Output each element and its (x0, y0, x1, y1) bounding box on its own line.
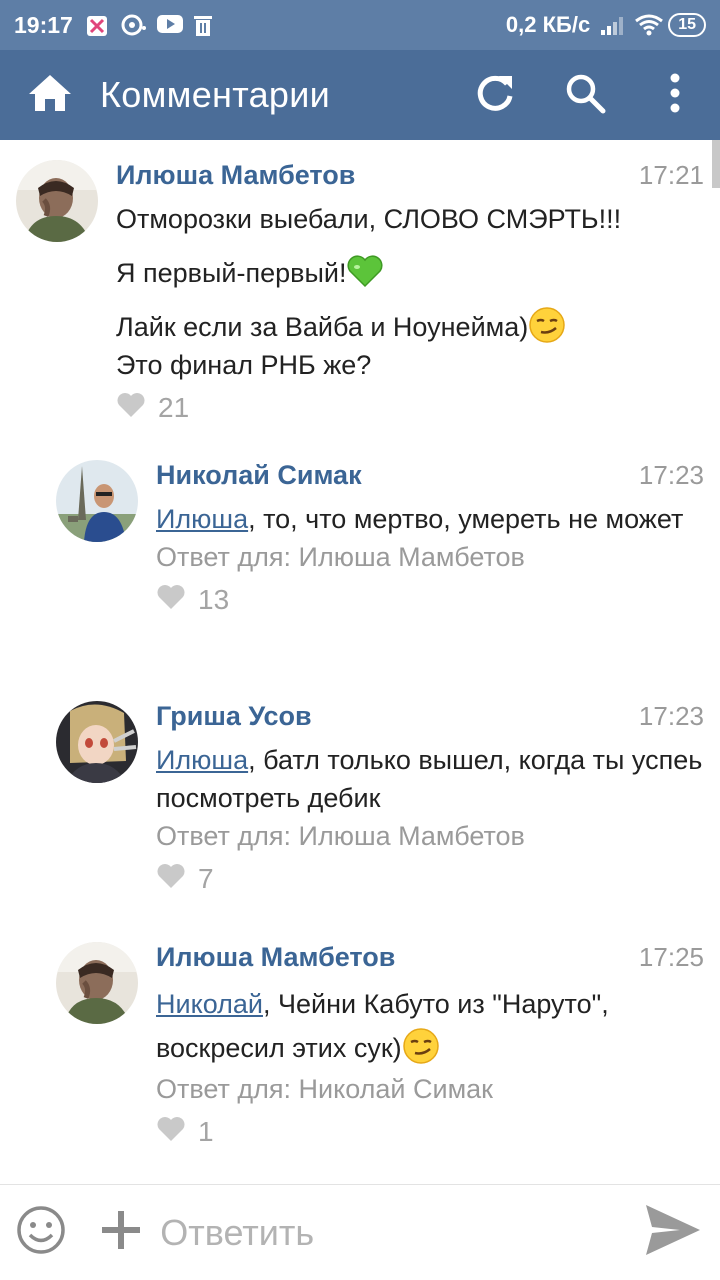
send-button[interactable] (625, 1185, 720, 1280)
avatar[interactable] (56, 942, 138, 1024)
plus-icon (100, 1209, 142, 1256)
like-count: 21 (158, 392, 190, 423)
comment-author[interactable]: Илюша Мамбетов (116, 160, 355, 191)
like-count: 7 (198, 863, 214, 894)
like-button[interactable]: 1 (156, 1112, 704, 1152)
app-bar: Комментарии (0, 50, 720, 140)
green-heart-emoji-icon (346, 252, 384, 290)
heart-icon (156, 863, 186, 896)
more-vert-icon (669, 73, 681, 118)
heart-icon (116, 392, 146, 425)
comment-time: 17:23 (638, 701, 704, 731)
network-speed: 0,2 КБ/с (505, 12, 591, 37)
smirk-emoji-icon (402, 1027, 440, 1065)
attach-button[interactable] (83, 1185, 161, 1280)
comment-line: Отморозки выебали, СЛОВО СМЭРТЬ!!! (116, 204, 622, 234)
comment-author[interactable]: Николай Симак (156, 460, 362, 491)
like-button[interactable]: 13 (156, 580, 704, 620)
like-count: 1 (198, 1116, 214, 1147)
search-icon (564, 72, 606, 119)
page-title: Комментарии (100, 74, 331, 115)
reply-to: Ответ для: Николай Симак (156, 1074, 493, 1104)
mention-link[interactable]: Николай (156, 989, 263, 1019)
reply-to-author[interactable]: Илюша Мамбетов (299, 821, 525, 851)
heart-icon (156, 1116, 186, 1149)
comment-author[interactable]: Гриша Усов (156, 701, 312, 732)
app-notification-icon (85, 14, 109, 36)
send-icon (644, 1203, 702, 1262)
comment-time: 17:21 (638, 160, 704, 190)
comment-line: Я первый-первый! (116, 252, 704, 292)
like-button[interactable]: 7 (156, 859, 704, 899)
avatar[interactable] (16, 160, 98, 242)
compose-bar (0, 1184, 720, 1280)
comment-text: Николай, Чейни Кабуто из "Наруто", воскр… (156, 989, 609, 1065)
smirk-emoji-icon (528, 306, 566, 344)
comment-list[interactable]: Илюша Мамбетов 17:21 Отморозки выебали, … (0, 140, 720, 1184)
reply-to-author[interactable]: Николай Симак (299, 1074, 493, 1104)
avatar[interactable] (56, 701, 138, 783)
reply-to: Ответ для: Илюша Мамбетов (156, 821, 525, 851)
like-button[interactable]: 21 (116, 388, 704, 428)
trash-icon (193, 14, 217, 36)
scrollbar[interactable] (712, 140, 720, 188)
signal-icon (600, 14, 624, 36)
comment-line: Лайк если за Вайба и Ноунейма) Это финал … (116, 306, 704, 384)
comment-text: Илюша, батл только вышел, когда ты успеь… (156, 745, 703, 813)
mention-link[interactable]: Илюша (156, 504, 248, 534)
reply-to-author[interactable]: Илюша Мамбетов (299, 542, 525, 572)
youtube-icon (156, 14, 183, 36)
comment-author[interactable]: Илюша Мамбетов (156, 942, 395, 973)
like-count: 13 (198, 584, 230, 615)
wifi-icon (634, 14, 664, 36)
refresh-icon (474, 72, 516, 119)
avatar[interactable] (56, 460, 138, 542)
comment-time: 17:23 (638, 460, 704, 490)
comment-time: 17:25 (638, 942, 704, 972)
refresh-button[interactable] (450, 50, 540, 140)
chat-notification-icon (121, 14, 146, 36)
emoji-button[interactable] (0, 1185, 83, 1280)
comment-text: Илюша, то, что мертво, умереть не может (156, 504, 684, 534)
search-button[interactable] (540, 50, 630, 140)
status-bar: 19:17 0,2 КБ/с 15 (0, 0, 720, 50)
battery-level: 15 (668, 13, 706, 37)
more-button[interactable] (630, 50, 720, 140)
reply-to: Ответ для: Илюша Мамбетов (156, 542, 525, 572)
smiley-icon (16, 1205, 66, 1260)
home-icon (27, 73, 73, 118)
home-button[interactable] (0, 50, 100, 140)
comment-text: Отморозки выебали, СЛОВО СМЭРТЬ!!! Я пер… (116, 200, 704, 384)
reply-input[interactable] (160, 1202, 626, 1263)
status-time: 19:17 (14, 11, 73, 38)
heart-icon (156, 584, 186, 617)
mention-link[interactable]: Илюша (156, 745, 248, 775)
